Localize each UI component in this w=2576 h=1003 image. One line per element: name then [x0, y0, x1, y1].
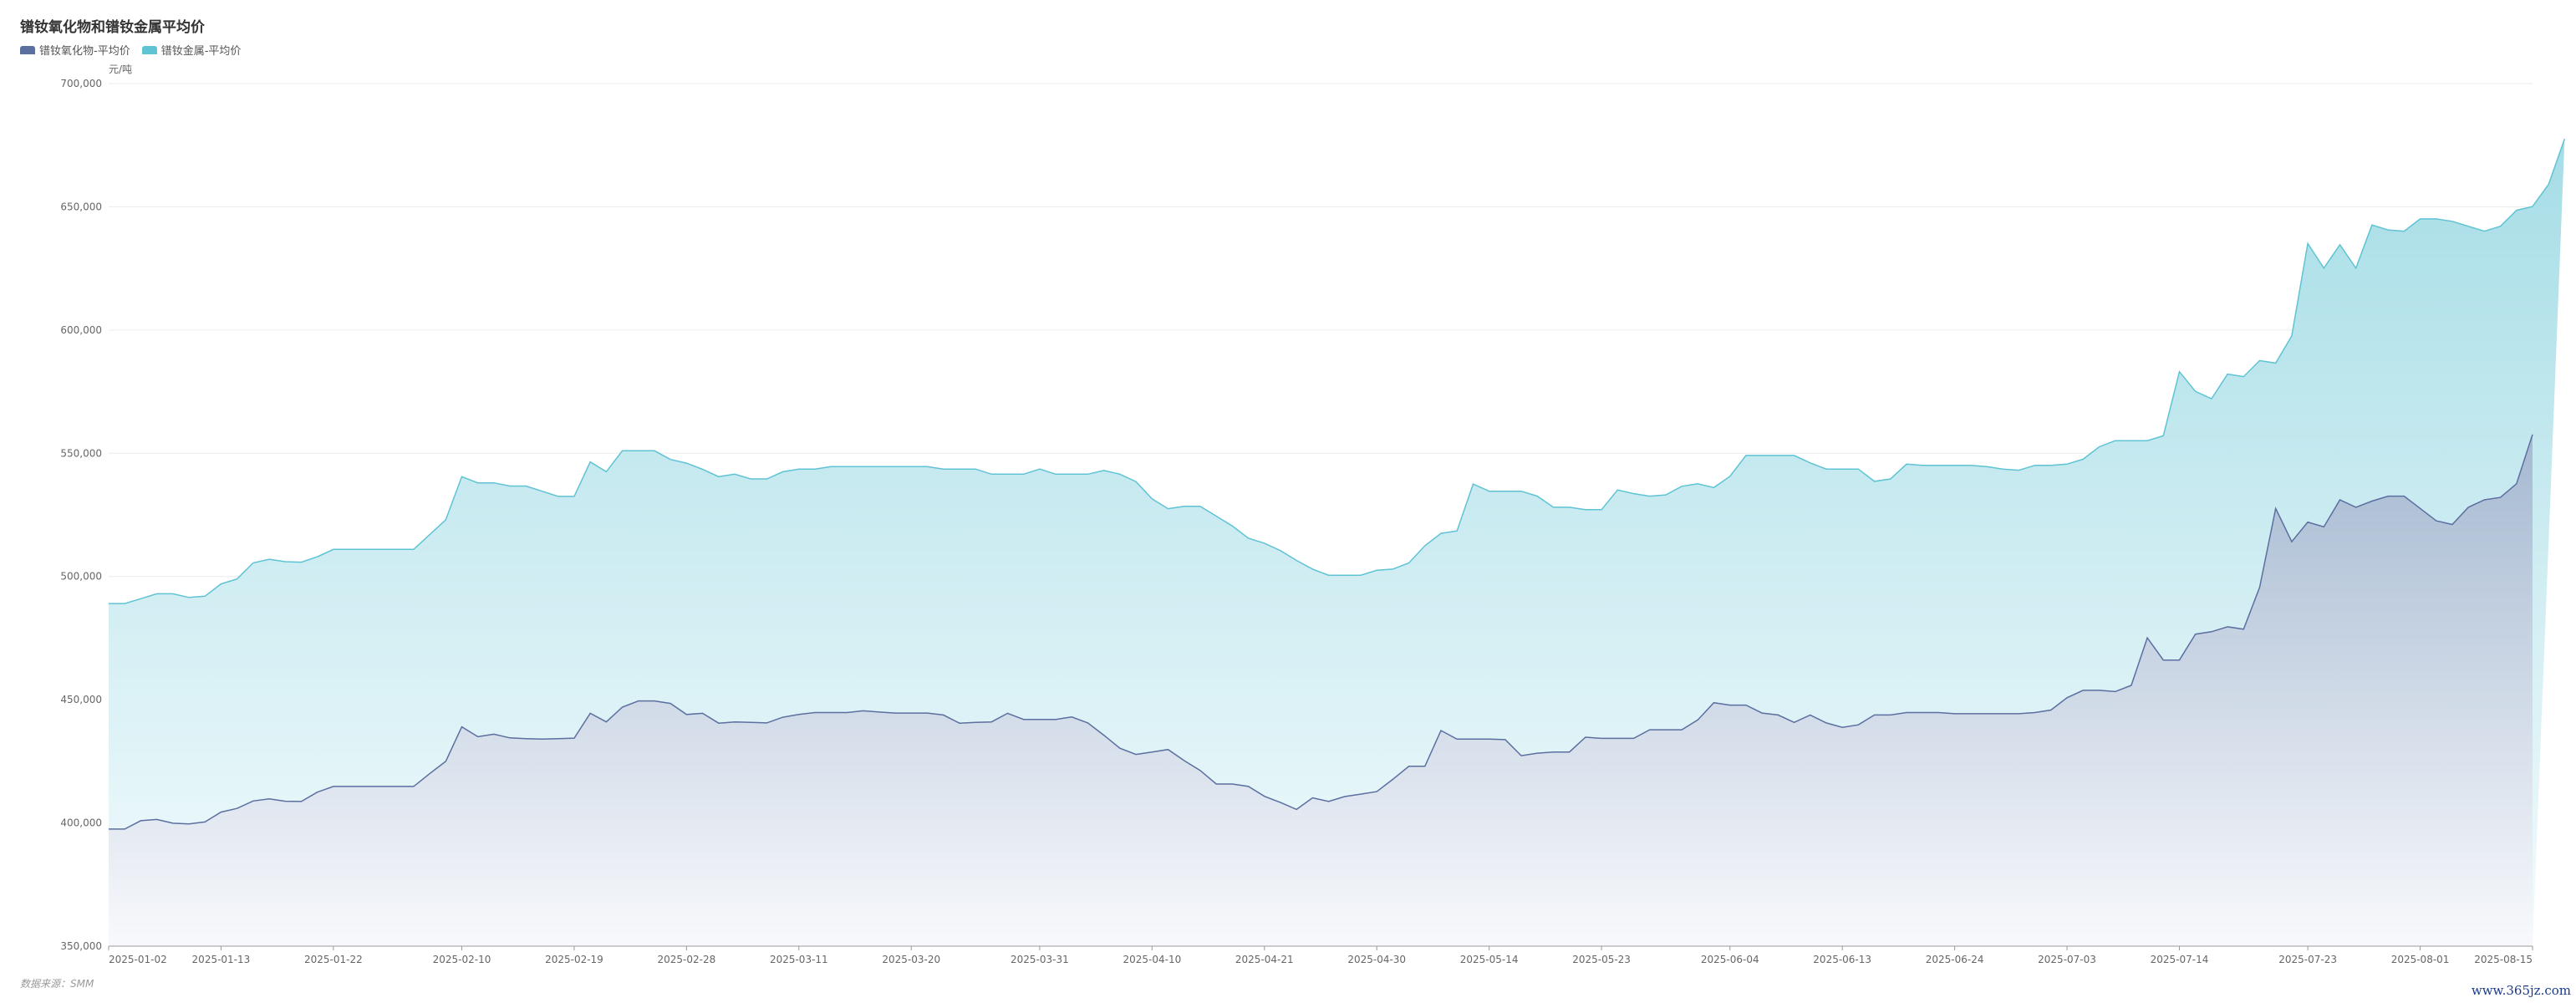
x-tick-label: 2025-02-19 — [545, 954, 603, 965]
y-tick-label: 600,000 — [60, 324, 102, 336]
x-tick-label: 2025-06-04 — [1701, 954, 1759, 965]
x-tick-label: 2025-03-20 — [882, 954, 940, 965]
y-tick-label: 350,000 — [60, 940, 102, 952]
x-tick-label: 2025-02-10 — [433, 954, 491, 965]
y-tick-label: 700,000 — [60, 78, 102, 89]
x-tick-label: 2025-04-21 — [1235, 954, 1294, 965]
y-tick-label: 400,000 — [60, 817, 102, 829]
x-tick-label: 2025-02-28 — [658, 954, 716, 965]
x-tick-label: 2025-01-13 — [192, 954, 251, 965]
y-tick-label: 650,000 — [60, 201, 102, 212]
x-tick-label: 2025-01-02 — [109, 954, 167, 965]
y-tick-label: 500,000 — [60, 571, 102, 583]
y-tick-label: 450,000 — [60, 694, 102, 705]
y-tick-label: 550,000 — [60, 447, 102, 459]
x-tick-label: 2025-07-14 — [2151, 954, 2209, 965]
x-tick-label: 2025-05-14 — [1460, 954, 1519, 965]
x-tick-label: 2025-03-11 — [770, 954, 828, 965]
x-tick-label: 2025-03-31 — [1011, 954, 1069, 965]
watermark: www.365jz.com — [2471, 983, 2571, 998]
x-tick-label: 2025-06-24 — [1926, 954, 1984, 965]
series-areas — [109, 138, 2566, 946]
x-tick-label: 2025-05-23 — [1572, 954, 1631, 965]
x-tick-label: 2025-08-01 — [2391, 954, 2450, 965]
x-tick-label: 2025-04-30 — [1347, 954, 1406, 965]
x-tick-label: 2025-08-15 — [2474, 954, 2533, 965]
x-tick-label: 2025-06-13 — [1813, 954, 1871, 965]
x-tick-label: 2025-07-03 — [2038, 954, 2096, 965]
chart-svg: 350,000 400,000 450,000 500,000 550,000 600,0… — [60, 78, 2566, 965]
data-source: 数据来源：SMM — [20, 978, 94, 990]
x-tick-label: 2025-07-23 — [2278, 954, 2337, 965]
x-tick-label: 2025-04-10 — [1123, 954, 1181, 965]
x-tick-label: 2025-01-22 — [304, 954, 363, 965]
